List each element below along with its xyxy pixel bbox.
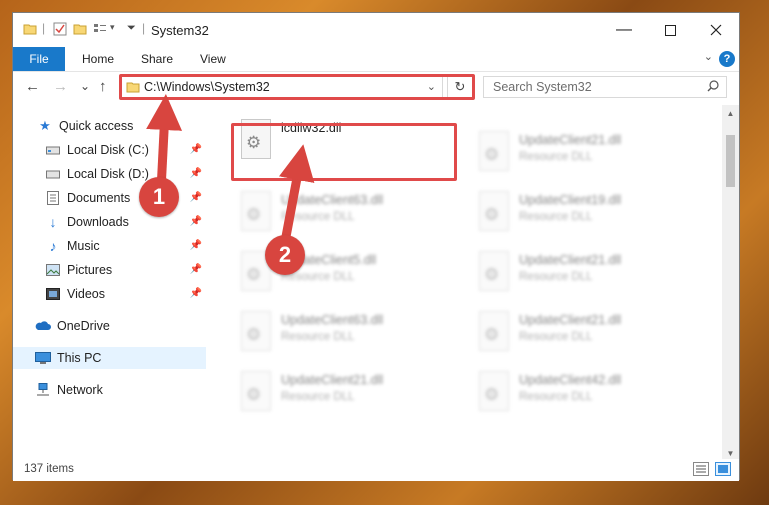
step-1-badge: 1 xyxy=(139,177,179,217)
arrow-2 xyxy=(278,144,315,243)
annotation-arrows xyxy=(146,94,315,243)
step-2-badge: 2 xyxy=(265,235,305,275)
